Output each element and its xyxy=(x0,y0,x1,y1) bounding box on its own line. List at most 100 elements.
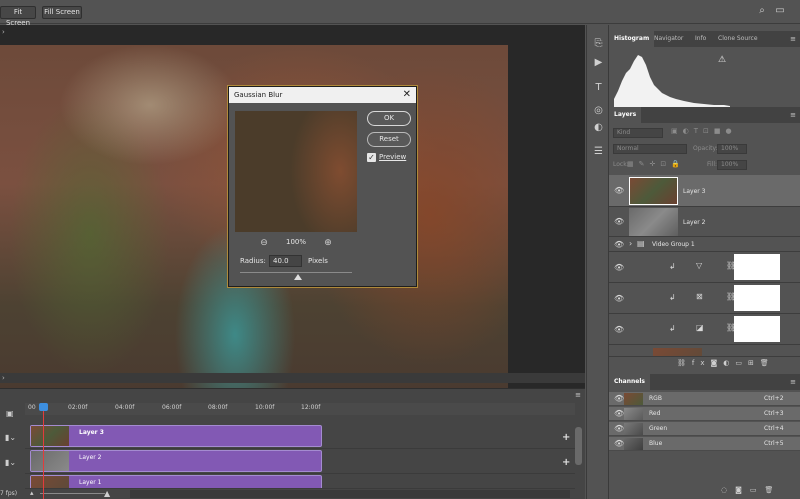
channel-row-rgb[interactable]: 👁 RGB Ctrl+2 xyxy=(609,392,800,406)
fill-input[interactable]: 100% xyxy=(717,160,747,170)
reset-button[interactable]: Reset xyxy=(367,132,411,147)
visibility-eye-icon[interactable]: 👁 xyxy=(614,410,624,418)
radius-slider-thumb[interactable] xyxy=(294,274,302,280)
visibility-eye-icon[interactable]: 👁 xyxy=(614,264,624,272)
adjustment-layer-row[interactable]: 👁 ↲ ◪ ⛓ xyxy=(609,314,800,345)
channel-name: RGB xyxy=(649,395,662,402)
film-strip-icon[interactable]: ▮⌄ xyxy=(5,458,19,467)
history-icon[interactable]: ⎘ xyxy=(592,37,605,50)
panel-menu-icon[interactable]: ≡ xyxy=(790,111,796,119)
zoom-slider[interactable] xyxy=(40,493,105,494)
swatches-icon[interactable]: ◎ xyxy=(592,104,605,117)
timeline-track-layer1[interactable]: Layer 1 xyxy=(25,475,575,489)
character-icon[interactable]: T xyxy=(592,81,605,94)
layer-bottom-icons[interactable]: ⛓fx◙◐▭⊞🗑 xyxy=(677,359,775,367)
visibility-eye-icon[interactable]: 👁 xyxy=(614,395,624,403)
layers-panel: Layers ≡ Kind ▣◐T⊡■● Normal Opacity: 100… xyxy=(609,107,800,372)
visibility-eye-icon[interactable]: 👁 xyxy=(614,326,624,334)
channel-thumbnail xyxy=(624,423,643,435)
warning-icon[interactable]: ⚠ xyxy=(718,55,726,65)
add-media-icon[interactable]: + xyxy=(562,457,570,468)
add-media-icon[interactable]: + xyxy=(562,432,570,443)
lock-icons[interactable]: ▦✎✛⊡🔒 xyxy=(627,160,685,168)
zoom-out-mountain-icon[interactable]: ▴ xyxy=(30,489,34,497)
timeline-track-layer3[interactable]: Layer 3 xyxy=(25,425,575,449)
channel-row-blue[interactable]: 👁 Blue Ctrl+5 xyxy=(609,437,800,451)
opacity-input[interactable]: 100% xyxy=(717,144,747,154)
video-clip[interactable]: Layer 1 xyxy=(30,475,322,488)
zoom-in-icon[interactable]: ⊕ xyxy=(323,238,333,248)
playhead-line xyxy=(43,404,44,499)
horizontal-scrollbar[interactable]: › xyxy=(0,373,585,383)
fill-screen-button[interactable]: Fill Screen xyxy=(42,6,82,19)
visibility-eye-icon[interactable]: 👁 xyxy=(614,425,624,433)
layer-name: Layer 2 xyxy=(683,219,706,226)
channel-bottom-icons[interactable]: ◌◙▭🗑 xyxy=(721,486,781,494)
ruler-tick: 08:00f xyxy=(208,404,228,411)
layer-row-video-group[interactable]: 👁 › ▤ Video Group 1 xyxy=(609,237,800,252)
histogram-panel: Histogram Navigator Info Clone Source ≡ … xyxy=(609,31,800,107)
filter-icons[interactable]: ▣◐T⊡■● xyxy=(671,127,737,135)
channel-name: Blue xyxy=(649,440,663,447)
kind-filter[interactable]: Kind xyxy=(613,128,663,138)
channel-mixer-icon: ⊠ xyxy=(696,292,703,301)
scroll-arrow-icon[interactable]: › xyxy=(2,374,5,382)
panel-menu-icon[interactable]: ≡ xyxy=(575,391,581,399)
timeline-scrollbar[interactable] xyxy=(130,490,570,498)
visibility-eye-icon[interactable]: 👁 xyxy=(614,295,624,303)
zoom-in-mountain-icon[interactable]: ▲ xyxy=(104,489,110,498)
workspace-icon[interactable]: ▭ xyxy=(774,5,786,17)
tab-layers[interactable]: Layers xyxy=(609,107,642,123)
timeline-track-layer2[interactable]: Layer 2 xyxy=(25,450,575,474)
visibility-eye-icon[interactable]: 👁 xyxy=(614,187,624,195)
layer-row-layer3[interactable]: 👁 Layer 3 xyxy=(609,175,800,207)
panel-menu-icon[interactable]: ≡ xyxy=(790,35,796,43)
radius-input[interactable]: 40.0 xyxy=(269,255,302,267)
visibility-eye-icon[interactable]: 👁 xyxy=(614,218,624,226)
vertical-scroll-thumb[interactable] xyxy=(575,427,582,465)
visibility-eye-icon[interactable]: 👁 xyxy=(614,440,624,448)
clip-thumbnail xyxy=(31,476,69,488)
timeline-ruler[interactable]: 00 02:00f 04:00f 06:00f 08:00f 10:00f 12… xyxy=(25,403,575,415)
close-icon[interactable]: ✕ xyxy=(403,87,411,103)
tab-info[interactable]: Info xyxy=(690,31,711,47)
adjustment-layer-row[interactable]: 👁 ↲ ▽ ⛓ xyxy=(609,252,800,283)
panel-menu-icon[interactable]: ≡ xyxy=(790,378,796,386)
clip-thumbnail xyxy=(31,426,69,446)
tab-clone-source[interactable]: Clone Source xyxy=(713,31,763,47)
expand-arrow-icon[interactable]: › xyxy=(629,239,632,248)
play-icon[interactable]: ▶ xyxy=(592,56,605,69)
layers-tabs: Layers ≡ xyxy=(609,107,800,123)
channel-row-red[interactable]: 👁 Red Ctrl+3 xyxy=(609,407,800,421)
fit-screen-button[interactable]: Fit Screen xyxy=(0,6,36,27)
radius-slider-track[interactable] xyxy=(240,272,352,273)
adjustment-layer-row[interactable]: 👁 ↲ ⊠ ⛓ xyxy=(609,283,800,314)
scroll-left-icon[interactable]: › xyxy=(2,28,5,36)
channel-row-green[interactable]: 👁 Green Ctrl+4 xyxy=(609,422,800,436)
channel-thumbnail xyxy=(624,438,643,450)
blur-preview[interactable] xyxy=(235,111,357,232)
tab-navigator[interactable]: Navigator xyxy=(649,31,688,47)
tab-channels[interactable]: Channels xyxy=(609,374,650,390)
video-clip[interactable]: Layer 3 xyxy=(30,425,322,447)
search-icon[interactable]: ⌕ xyxy=(756,5,768,17)
timeline-panel: ≡ ▣ 00 02:00f 04:00f 06:00f 08:00f 10:00… xyxy=(0,388,585,499)
layer-row-partial[interactable] xyxy=(609,345,800,357)
render-icon[interactable]: ▣ xyxy=(6,409,14,418)
properties-icon[interactable]: ☰ xyxy=(592,145,605,158)
channel-name: Red xyxy=(649,410,661,417)
tab-histogram[interactable]: Histogram xyxy=(609,31,655,47)
layer-row-layer2[interactable]: 👁 Layer 2 xyxy=(609,207,800,237)
ok-button[interactable]: OK xyxy=(367,111,411,126)
film-strip-icon[interactable]: ▮⌄ xyxy=(5,433,19,442)
preview-checkbox[interactable]: ✓ xyxy=(367,153,376,162)
adjustments-icon[interactable]: ◐ xyxy=(592,121,605,134)
dialog-title: Gaussian Blur xyxy=(229,87,416,103)
video-clip[interactable]: Layer 2 xyxy=(30,450,322,472)
gaussian-blur-dialog: Gaussian Blur ✕ OK Reset ✓ Preview ⊖ 100… xyxy=(228,86,417,287)
layer-thumbnail xyxy=(629,177,678,205)
blend-mode-select[interactable]: Normal xyxy=(613,144,687,154)
playhead-handle[interactable] xyxy=(39,403,48,411)
visibility-eye-icon[interactable]: 👁 xyxy=(614,241,624,249)
zoom-out-icon[interactable]: ⊖ xyxy=(259,238,269,248)
